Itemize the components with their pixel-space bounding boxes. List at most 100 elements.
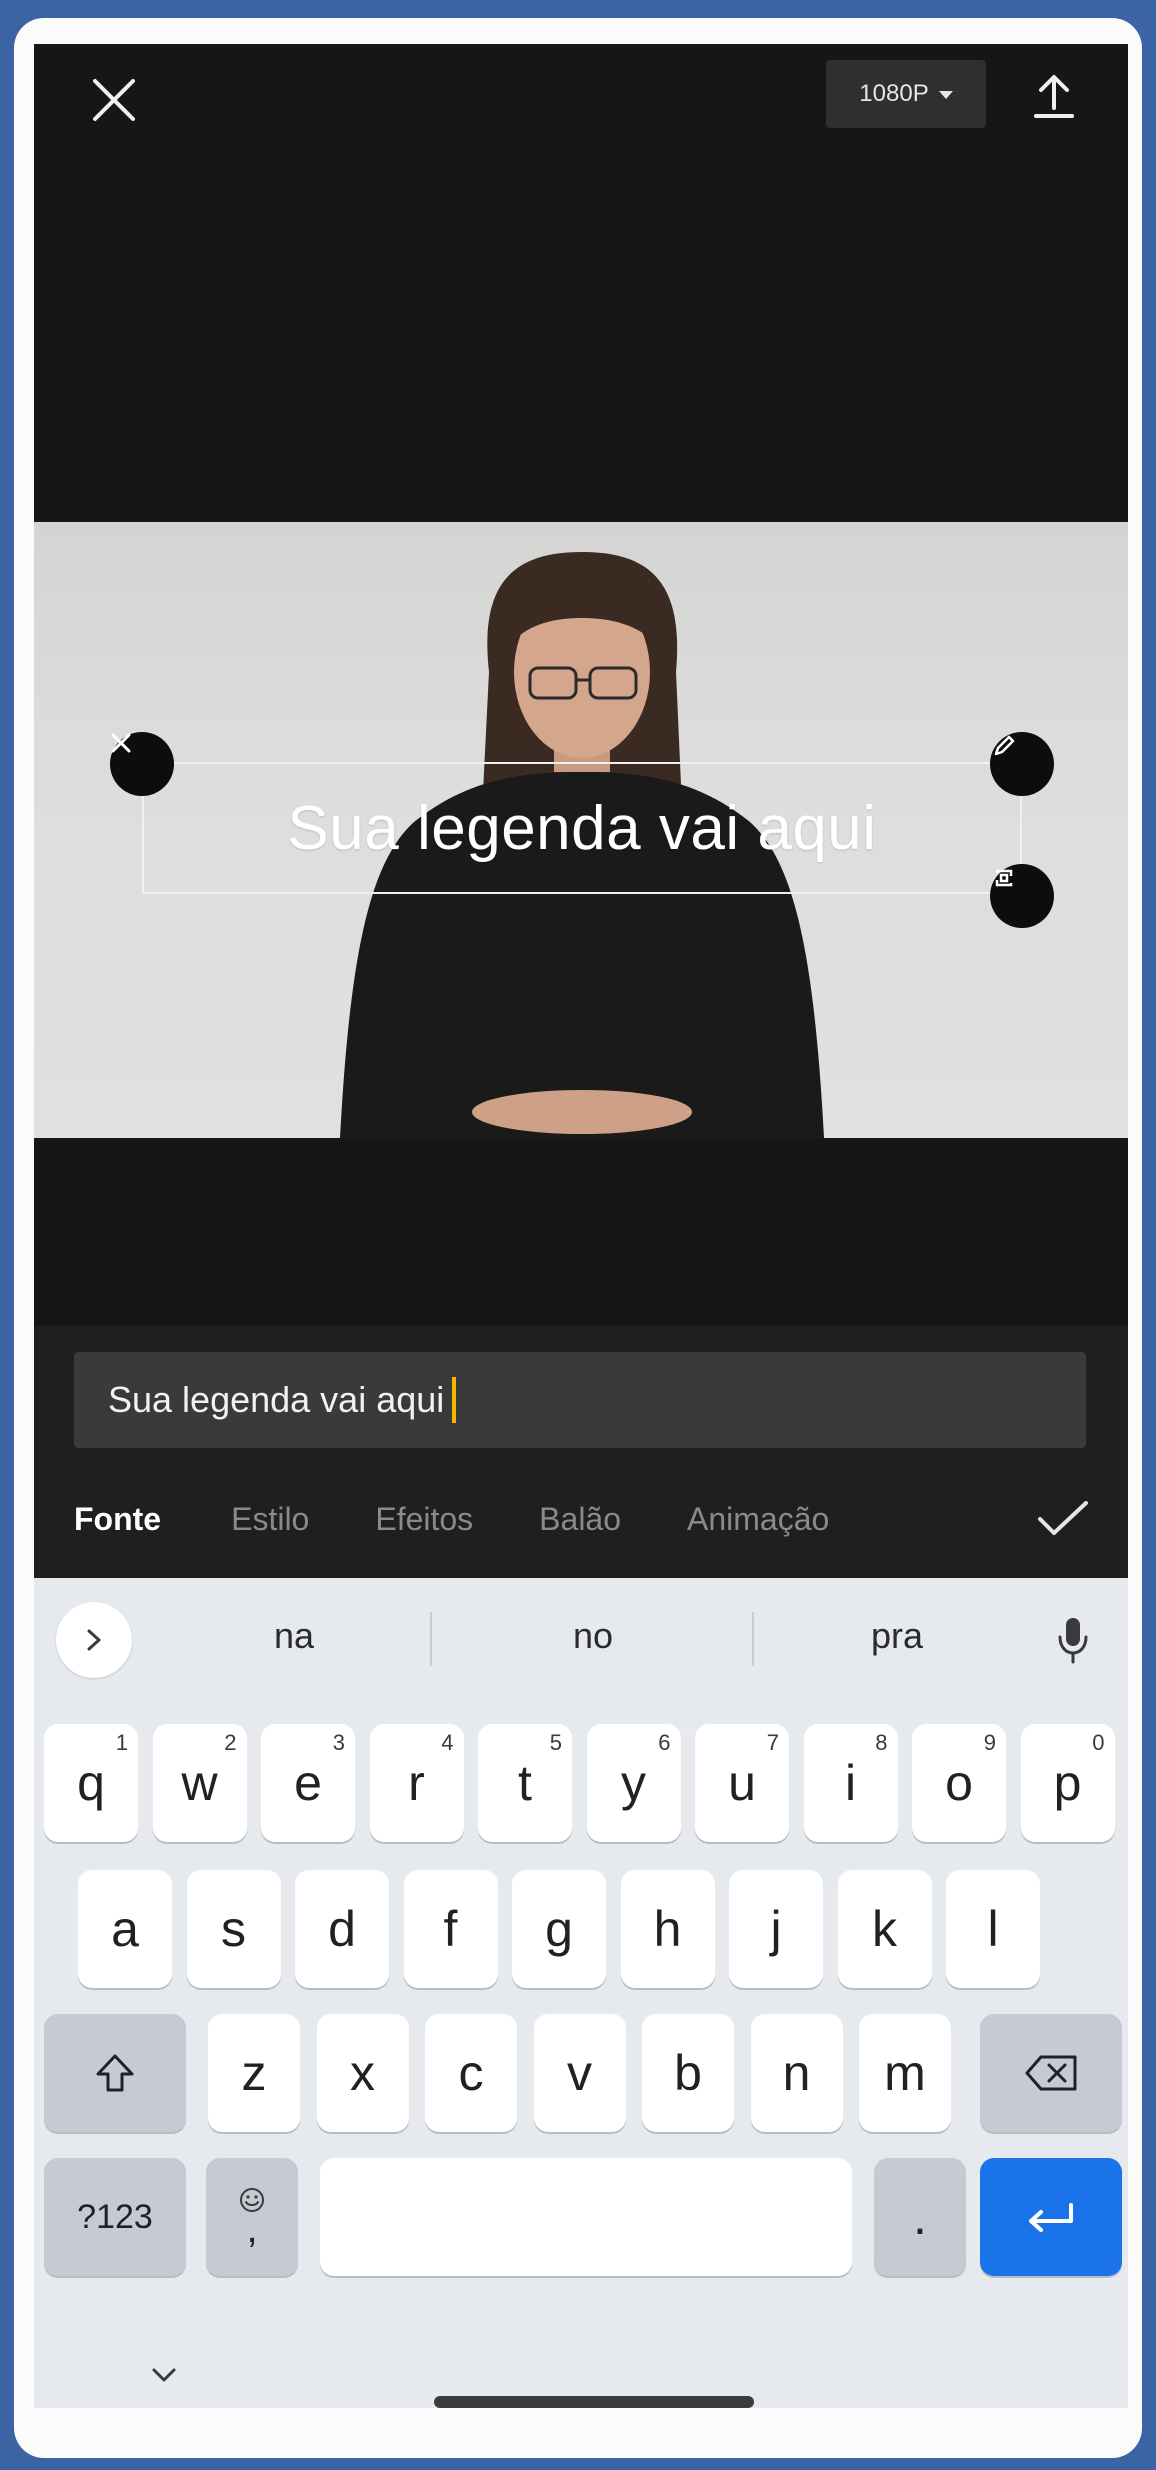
key-s[interactable]: s: [186, 1870, 281, 1988]
soft-keyboard: na no pra ?123 , . q 1 w 2 e 3 r 4 t 5 y…: [34, 1578, 1128, 2408]
close-button[interactable]: [84, 70, 144, 130]
key-i[interactable]: i8: [803, 1724, 898, 1842]
tab-animacao[interactable]: Animação: [687, 1501, 829, 1538]
key-r[interactable]: r4: [369, 1724, 464, 1842]
key-label: r: [408, 1755, 425, 1811]
caption-input-value: Sua legenda vai aqui: [108, 1379, 445, 1420]
suggestion-divider: [430, 1612, 432, 1666]
key-number-hint: 5: [549, 1730, 562, 1755]
key-q[interactable]: q1: [44, 1724, 138, 1842]
key-y[interactable]: y6: [586, 1724, 681, 1842]
key-m[interactable]: m: [859, 2014, 951, 2132]
key-label: x: [350, 2045, 375, 2101]
key-h[interactable]: h: [620, 1870, 715, 1988]
edit-overlay-button[interactable]: [990, 732, 1054, 796]
key-number-hint: 6: [658, 1730, 671, 1755]
suggestion-1[interactable]: na: [144, 1606, 444, 1666]
suggestion-3[interactable]: pra: [756, 1606, 1038, 1666]
key-e[interactable]: e3: [261, 1724, 355, 1842]
key-c[interactable]: c: [425, 2014, 517, 2132]
hide-keyboard-chevron-icon[interactable]: [144, 2360, 184, 2390]
key-n[interactable]: n: [750, 2014, 843, 2132]
text-editor-panel: Sua legenda vai aqui Fonte Estilo Efeito…: [34, 1326, 1128, 1578]
pencil-icon: [994, 735, 1015, 756]
suggestion-strip: na no pra: [34, 1578, 1128, 1688]
key-label: b: [674, 2045, 702, 2101]
key-label: s: [221, 1901, 246, 1957]
shift-key[interactable]: [44, 2014, 186, 2132]
key-number-hint: 3: [332, 1730, 345, 1755]
key-u[interactable]: u7: [695, 1724, 789, 1842]
key-z[interactable]: z: [208, 2014, 300, 2132]
enter-key[interactable]: [980, 2158, 1122, 2276]
key-label: a: [111, 1901, 139, 1957]
key-label: m: [884, 2045, 926, 2101]
key-number-hint: 8: [875, 1730, 888, 1755]
video-preview[interactable]: Sua legenda vai aqui: [34, 522, 1128, 1138]
shift-icon: [96, 2054, 134, 2092]
expand-suggestions-button[interactable]: [56, 1602, 132, 1678]
rotate-resize-icon: [995, 869, 1013, 887]
key-number-hint: 9: [983, 1730, 996, 1755]
tab-balao[interactable]: Balão: [539, 1501, 621, 1538]
editor-tabs: Fonte Estilo Efeitos Balão Animação: [74, 1494, 829, 1544]
tab-efeitos[interactable]: Efeitos: [375, 1501, 473, 1538]
emoji-comma-key[interactable]: ,: [206, 2158, 298, 2276]
suggestion-divider: [752, 1612, 754, 1666]
caption-overlay-text[interactable]: Sua legenda vai aqui: [144, 764, 1020, 892]
key-label: v: [567, 2045, 592, 2101]
caret-down-icon: [938, 91, 953, 99]
key-l[interactable]: l: [946, 1870, 1040, 1988]
export-button[interactable]: [1024, 66, 1084, 126]
key-f[interactable]: f: [403, 1870, 498, 1988]
key-label: i: [844, 1755, 857, 1811]
upload-icon: [1034, 75, 1074, 118]
key-v[interactable]: v: [533, 2014, 626, 2132]
period-key[interactable]: .: [874, 2158, 966, 2276]
delete-overlay-button[interactable]: [110, 732, 174, 796]
key-g[interactable]: g: [512, 1870, 606, 1988]
confirm-button[interactable]: [1028, 1484, 1098, 1554]
key-w[interactable]: w2: [152, 1724, 247, 1842]
close-icon: [111, 733, 131, 753]
key-x[interactable]: x: [316, 2014, 409, 2132]
key-label: j: [770, 1901, 782, 1957]
key-j[interactable]: j: [729, 1870, 823, 1988]
comma-label: ,: [246, 2207, 258, 2251]
tab-estilo[interactable]: Estilo: [231, 1501, 309, 1538]
close-icon: [93, 79, 135, 121]
symbols-key[interactable]: ?123: [44, 2158, 186, 2276]
caption-text-input[interactable]: Sua legenda vai aqui: [74, 1352, 1086, 1448]
space-key[interactable]: [320, 2158, 852, 2276]
resolution-label: 1080P: [859, 80, 929, 107]
key-label: l: [987, 1901, 999, 1957]
key-t[interactable]: t5: [478, 1724, 572, 1842]
checkmark-icon: [1038, 1501, 1088, 1535]
key-label: o: [945, 1755, 973, 1811]
home-indicator[interactable]: [434, 2396, 754, 2408]
tab-fonte[interactable]: Fonte: [74, 1501, 161, 1538]
key-number-hint: 1: [115, 1730, 128, 1755]
key-label: p: [1053, 1755, 1082, 1811]
key-k[interactable]: k: [837, 1870, 932, 1988]
key-p[interactable]: p0: [1020, 1724, 1115, 1842]
key-number-hint: 2: [224, 1730, 237, 1755]
voice-input-button[interactable]: [1038, 1602, 1108, 1678]
key-a[interactable]: a: [78, 1870, 172, 1988]
key-label: y: [621, 1755, 646, 1811]
key-label: h: [653, 1901, 682, 1957]
video-editor-screen: 1080P Sua legenda vai aqui Sua legenda v…: [34, 44, 1128, 1578]
backspace-key[interactable]: [980, 2014, 1122, 2132]
resize-overlay-handle[interactable]: [990, 864, 1054, 928]
key-label: e: [294, 1755, 322, 1811]
key-b[interactable]: b: [642, 2014, 734, 2132]
key-o[interactable]: o9: [912, 1724, 1006, 1842]
resolution-dropdown[interactable]: 1080P: [826, 60, 986, 128]
key-label: g: [545, 1901, 573, 1957]
key-label: k: [872, 1901, 897, 1957]
key-number-hint: 0: [1092, 1730, 1105, 1755]
text-overlay-box[interactable]: Sua legenda vai aqui: [110, 732, 1054, 928]
key-d[interactable]: d: [295, 1870, 389, 1988]
suggestion-2[interactable]: no: [434, 1606, 752, 1666]
key-label: c: [458, 2045, 484, 2101]
